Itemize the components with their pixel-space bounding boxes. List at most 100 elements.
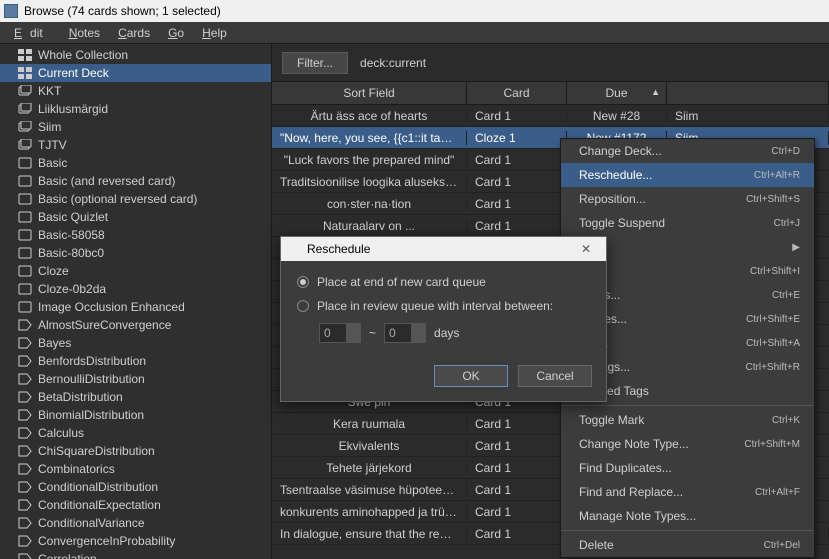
menu-cards[interactable]: Cards — [110, 24, 158, 42]
sidebar-item[interactable]: Correlation — [0, 550, 271, 559]
sidebar[interactable]: Whole CollectionCurrent DeckKKTLiiklusmä… — [0, 44, 272, 559]
context-menu-item[interactable]: DeleteCtrl+Del — [561, 533, 814, 557]
label-icon — [18, 463, 32, 475]
menu-item-shortcut: Ctrl+J — [774, 218, 800, 229]
context-menu-item[interactable]: Toggle Suspend Ctrl+J — [561, 211, 814, 235]
toolbar: Filter... deck:current — [272, 44, 829, 82]
tilde: ~ — [369, 326, 376, 340]
col-due[interactable]: Due▲ — [567, 82, 667, 104]
dialog-titlebar[interactable]: Reschedule ✕ — [281, 237, 606, 261]
sidebar-item[interactable]: Siim — [0, 118, 271, 136]
col-sort-field[interactable]: Sort Field — [272, 82, 467, 104]
menu-item-label: Manage Note Types... — [579, 509, 696, 523]
sidebar-item[interactable]: Cloze — [0, 262, 271, 280]
menu-item-shortcut: Ctrl+E — [772, 290, 800, 301]
label-icon — [18, 535, 32, 547]
sidebar-item[interactable]: KKT — [0, 82, 271, 100]
context-menu-item[interactable]: Reschedule...Ctrl+Alt+R — [561, 163, 814, 187]
sidebar-item-label: ChiSquareDistribution — [38, 444, 155, 458]
sort-asc-icon: ▲ — [651, 87, 660, 97]
tag-icon — [18, 193, 32, 205]
sidebar-item[interactable]: AlmostSureConvergence — [0, 316, 271, 334]
sidebar-item[interactable]: Liiklusmärgid — [0, 100, 271, 118]
sidebar-item[interactable]: Bayes — [0, 334, 271, 352]
sidebar-item[interactable]: Calculus — [0, 424, 271, 442]
sidebar-item[interactable]: Basic Quizlet — [0, 208, 271, 226]
context-menu-item[interactable]: Reposition...Ctrl+Shift+S — [561, 187, 814, 211]
sidebar-item[interactable]: BenfordsDistribution — [0, 352, 271, 370]
menu-item-shortcut: Ctrl+Del — [764, 540, 800, 551]
label-icon — [18, 517, 32, 529]
sidebar-item[interactable]: Basic-58058 — [0, 226, 271, 244]
sidebar-item-label: AlmostSureConvergence — [38, 318, 171, 332]
sidebar-item-label: Calculus — [38, 426, 84, 440]
sidebar-item[interactable]: Image Occlusion Enhanced — [0, 298, 271, 316]
deck-icon — [18, 121, 32, 133]
context-menu-item[interactable]: Toggle MarkCtrl+K — [561, 408, 814, 432]
sidebar-item[interactable]: Basic (and reversed card) — [0, 172, 271, 190]
cell-card: Card 1 — [467, 483, 567, 497]
sidebar-item[interactable]: Current Deck — [0, 64, 271, 82]
radio-end-of-queue[interactable] — [297, 276, 309, 288]
menu-item-shortcut: ▶ — [792, 242, 800, 253]
sidebar-item[interactable]: BinomialDistribution — [0, 406, 271, 424]
menu-item-shortcut: Ctrl+Alt+F — [755, 487, 800, 498]
context-menu-item[interactable]: Change Note Type...Ctrl+Shift+M — [561, 432, 814, 456]
sidebar-item[interactable]: ConditionalVariance — [0, 514, 271, 532]
context-menu-item[interactable]: Change Deck...Ctrl+D — [561, 139, 814, 163]
context-menu-item[interactable]: Manage Note Types... — [561, 504, 814, 528]
sidebar-item[interactable]: ConvergenceInProbability — [0, 532, 271, 550]
sidebar-item[interactable]: ChiSquareDistribution — [0, 442, 271, 460]
sidebar-item[interactable]: BernoulliDistribution — [0, 370, 271, 388]
sidebar-item-label: BenfordsDistribution — [38, 354, 146, 368]
sidebar-item-label: Cloze-0b2da — [38, 282, 106, 296]
interval-from-input[interactable]: 0 — [319, 323, 361, 343]
menu-help[interactable]: Help — [194, 24, 235, 42]
sidebar-item-label: ConditionalVariance — [38, 516, 145, 530]
filter-button[interactable]: Filter... — [282, 52, 348, 74]
context-menu-item[interactable]: Find Duplicates... — [561, 456, 814, 480]
sidebar-item-label: BernoulliDistribution — [38, 372, 145, 386]
cell-sort: Ekvivalents — [272, 439, 467, 453]
label-icon — [18, 337, 32, 349]
sidebar-item[interactable]: Whole Collection — [0, 46, 271, 64]
sidebar-item[interactable]: Combinatorics — [0, 460, 271, 478]
window-titlebar: Browse (74 cards shown; 1 selected) — [0, 0, 829, 22]
close-icon[interactable]: ✕ — [572, 240, 600, 258]
tag-icon — [18, 211, 32, 223]
sidebar-item[interactable]: ConditionalDistribution — [0, 478, 271, 496]
ok-button[interactable]: OK — [434, 365, 508, 387]
sidebar-item-label: Basic (and reversed card) — [38, 174, 175, 188]
menu-item-label: Find Duplicates... — [579, 461, 672, 475]
menu-notes[interactable]: Notes — [61, 24, 108, 42]
cell-due: New #28 — [567, 109, 667, 123]
col-deck[interactable] — [667, 82, 829, 104]
cell-deck: Siim — [667, 109, 829, 123]
context-menu-item[interactable]: Find and Replace...Ctrl+Alt+F — [561, 480, 814, 504]
table-row[interactable]: Ärtu äss ace of heartsCard 1New #28Siim — [272, 105, 829, 127]
interval-to-input[interactable]: 0 — [384, 323, 426, 343]
cancel-button[interactable]: Cancel — [518, 365, 592, 387]
search-text[interactable]: deck:current — [360, 56, 426, 70]
menu-item-shortcut: Ctrl+Shift+M — [744, 439, 800, 450]
dialog-icon — [287, 242, 301, 256]
tag-icon — [18, 283, 32, 295]
sidebar-item[interactable]: Cloze-0b2da — [0, 280, 271, 298]
deck-icon — [18, 103, 32, 115]
sidebar-item[interactable]: Basic-80bc0 — [0, 244, 271, 262]
sidebar-item[interactable]: BetaDistribution — [0, 388, 271, 406]
col-card[interactable]: Card — [467, 82, 567, 104]
radio-interval[interactable] — [297, 300, 309, 312]
menu-edit[interactable]: Edit — [6, 24, 59, 42]
sidebar-item-label: ConvergenceInProbability — [38, 534, 175, 548]
cell-sort: Ärtu äss ace of hearts — [272, 109, 467, 123]
sidebar-item[interactable]: Basic (optional reversed card) — [0, 190, 271, 208]
sidebar-item[interactable]: TJTV — [0, 136, 271, 154]
menu-item-label: Toggle Suspend — [579, 216, 665, 230]
tag-icon — [18, 175, 32, 187]
sidebar-item[interactable]: ConditionalExpectation — [0, 496, 271, 514]
cell-sort: Kera ruumala — [272, 417, 467, 431]
menu-go[interactable]: Go — [160, 24, 192, 42]
sidebar-item[interactable]: Basic — [0, 154, 271, 172]
cell-sort: Traditsioonilise loogika aluseks on... — [272, 175, 467, 189]
